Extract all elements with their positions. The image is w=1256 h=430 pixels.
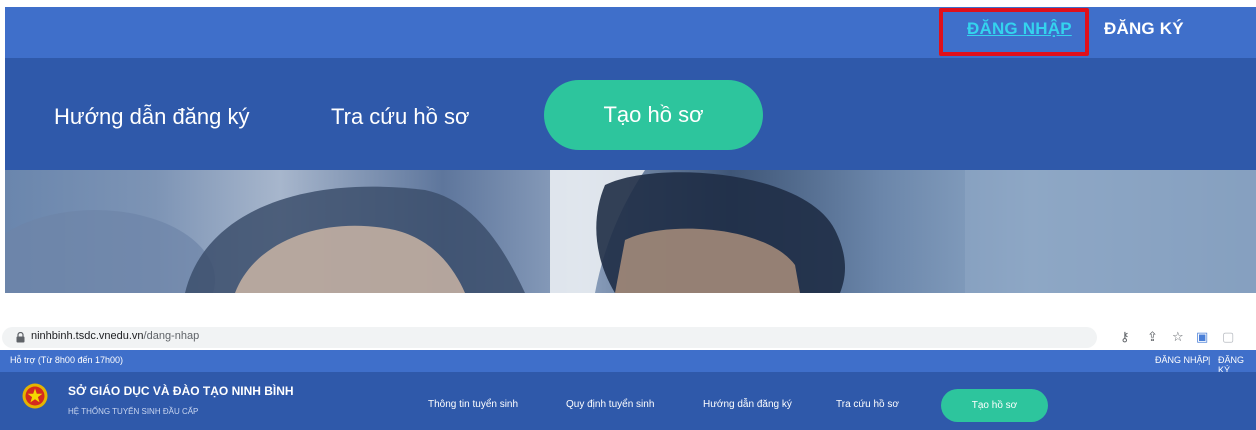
site-login-link[interactable]: ĐĂNG NHẬP xyxy=(1155,355,1209,365)
org-name[interactable]: SỞ GIÁO DỤC VÀ ĐÀO TẠO NINH BÌNH xyxy=(68,384,294,398)
url-text: ninhbinh.tsdc.vnedu.vn/dang-nhap xyxy=(31,330,199,342)
zoomed-nav-bar: Hướng dẫn đăng ký Tra cứu hồ sơ Tạo hồ s… xyxy=(5,58,1256,170)
auth-separator: | xyxy=(1208,355,1211,365)
hero-banner-image xyxy=(5,170,1256,293)
zoomed-create-profile-button[interactable]: Tạo hồ sơ xyxy=(544,80,763,150)
extension-icon[interactable]: ▢ xyxy=(1222,329,1234,345)
star-icon[interactable]: ☆ xyxy=(1172,329,1184,345)
url-path: /dang-nhap xyxy=(143,330,200,342)
nav-admission-info[interactable]: Thông tin tuyển sinh xyxy=(428,399,518,410)
emblem-logo-icon[interactable] xyxy=(22,383,48,409)
zoomed-register-link[interactable]: ĐĂNG KÝ xyxy=(1104,19,1184,39)
nav-profile-lookup[interactable]: Tra cứu hồ sơ xyxy=(836,399,899,410)
url-field[interactable]: ninhbinh.tsdc.vnedu.vn/dang-nhap xyxy=(2,327,1097,348)
site-main-header: SỞ GIÁO DỤC VÀ ĐÀO TẠO NINH BÌNH HỆ THỐN… xyxy=(0,372,1256,430)
create-profile-button[interactable]: Tạo hồ sơ xyxy=(941,389,1048,422)
share-icon[interactable]: ⇪ xyxy=(1147,329,1158,345)
nav-registration-guide[interactable]: Hướng dẫn đăng ký xyxy=(703,399,792,410)
zoomed-nav-guide[interactable]: Hướng dẫn đăng ký xyxy=(54,104,250,130)
org-subtitle: HỆ THỐNG TUYỂN SINH ĐẦU CẤP xyxy=(68,407,199,416)
url-host: ninhbinh.tsdc.vnedu.vn xyxy=(31,330,144,342)
screenshot-frame: ĐĂNG NHẬP ĐĂNG KÝ Hướng dẫn đăng ký Tra … xyxy=(0,0,1256,430)
zoomed-nav-lookup[interactable]: Tra cứu hồ sơ xyxy=(331,104,469,130)
key-icon[interactable]: ⚷ xyxy=(1120,329,1130,345)
highlight-box xyxy=(939,8,1089,56)
lock-icon xyxy=(16,332,25,343)
zoomed-header: ĐĂNG NHẬP ĐĂNG KÝ Hướng dẫn đăng ký Tra … xyxy=(5,7,1256,293)
support-hours: Hỗ trợ (Từ 8h00 đến 17h00) xyxy=(10,355,123,365)
translate-icon[interactable]: ▣ xyxy=(1196,329,1208,345)
zoomed-top-bar: ĐĂNG NHẬP ĐĂNG KÝ xyxy=(5,7,1256,58)
site-top-bar: Hỗ trợ (Từ 8h00 đến 17h00) ĐĂNG NHẬP | Đ… xyxy=(0,350,1256,375)
nav-admission-rules[interactable]: Quy định tuyển sinh xyxy=(566,399,654,410)
browser-address-bar: ninhbinh.tsdc.vnedu.vn/dang-nhap ⚷ ⇪ ☆ ▣… xyxy=(0,327,1256,348)
